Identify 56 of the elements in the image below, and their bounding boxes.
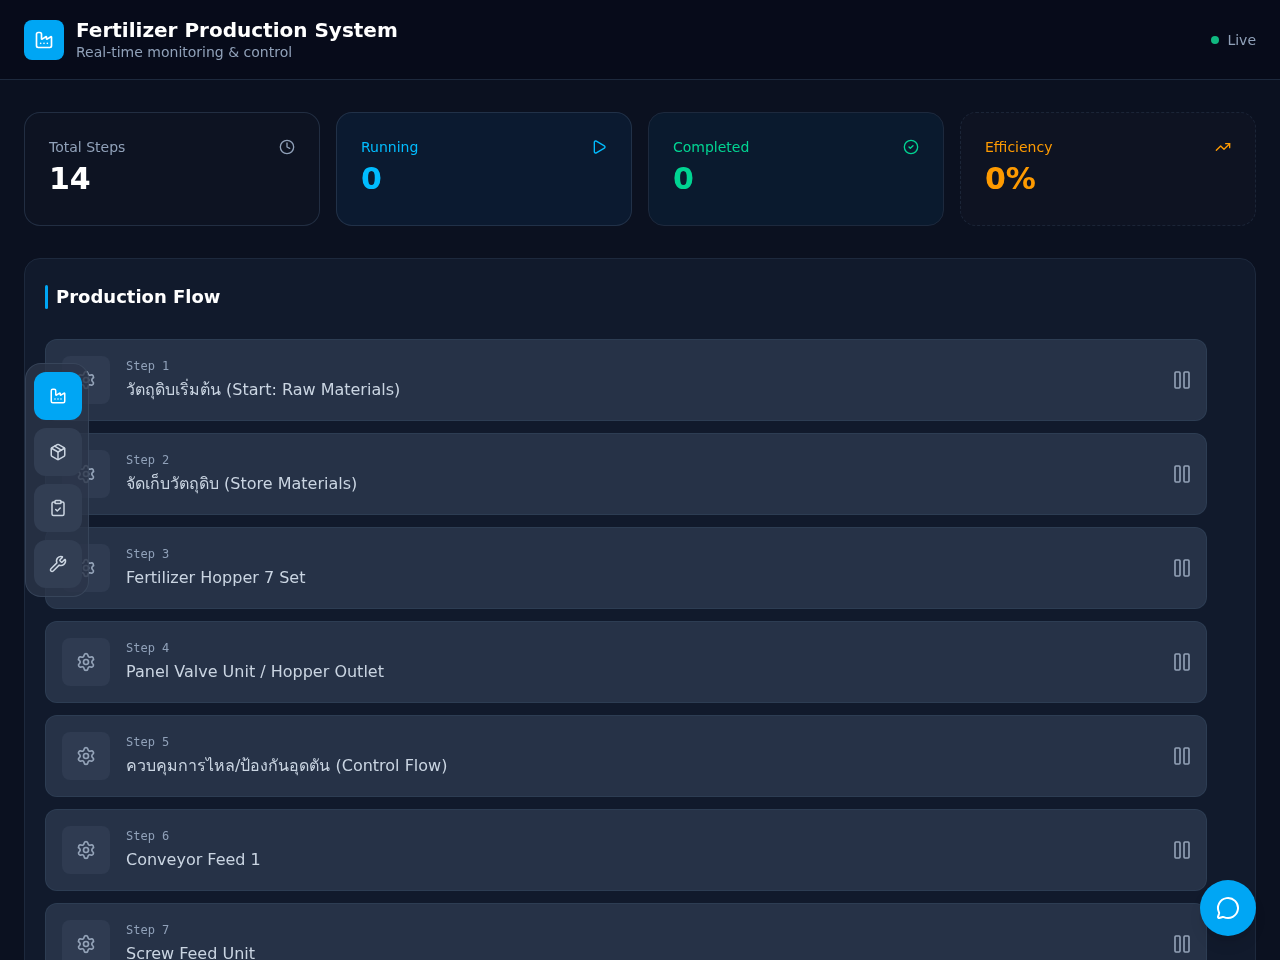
factory-icon xyxy=(49,387,67,405)
step-row[interactable]: Step 1 วัตถุดิบเริ่มต้น (Start: Raw Materials) xyxy=(45,339,1207,421)
step-name: Panel Valve Unit / Hopper Outlet xyxy=(126,661,385,683)
stat-label: Completed xyxy=(673,138,750,157)
step-name: Screw Feed Unit xyxy=(126,943,257,960)
sidebar-button[interactable] xyxy=(34,484,82,532)
clock-icon xyxy=(279,139,295,155)
check-circle-icon xyxy=(903,139,919,155)
clipboard-check-icon xyxy=(49,499,67,517)
step-number: Step 2 xyxy=(126,452,171,468)
pause-icon[interactable] xyxy=(1174,935,1190,953)
step-name: วัตถุดิบเริ่มต้น (Start: Raw Materials) xyxy=(126,378,402,402)
pause-icon[interactable] xyxy=(1174,747,1190,765)
pause-icon[interactable] xyxy=(1174,371,1190,389)
pause-icon[interactable] xyxy=(1174,841,1190,859)
gear-icon xyxy=(62,732,110,780)
sidebar-button[interactable] xyxy=(34,540,82,588)
step-number: Step 7 xyxy=(126,922,171,938)
step-name: Conveyor Feed 1 xyxy=(126,849,262,871)
gear-icon xyxy=(62,638,110,686)
stat-label: Total Steps xyxy=(49,138,126,157)
box-icon xyxy=(49,443,67,461)
stat-value: 0 xyxy=(361,161,383,197)
pause-icon[interactable] xyxy=(1174,653,1190,671)
step-row[interactable]: Step 3 Fertilizer Hopper 7 Set xyxy=(45,527,1207,609)
step-name: ควบคุมการไหล/ป้องกันอุดตัน (Control Flow) xyxy=(126,755,449,778)
sidebar-button[interactable] xyxy=(34,372,82,420)
step-name: Fertilizer Hopper 7 Set xyxy=(126,567,307,589)
pause-icon[interactable] xyxy=(1174,559,1190,577)
sidebar-button[interactable] xyxy=(34,428,82,476)
factory-logo-icon xyxy=(24,19,64,60)
wrench-icon xyxy=(49,555,67,573)
app-subtitle: Real-time monitoring & control xyxy=(76,42,294,62)
step-name: จัดเก็บวัตถุดิบ (Store Materials) xyxy=(126,472,359,496)
section-title: Production Flow xyxy=(56,285,221,309)
chat-bubble-icon xyxy=(1216,896,1240,920)
gear-icon xyxy=(62,920,110,960)
stat-label: Efficiency xyxy=(985,138,1053,157)
step-number: Step 3 xyxy=(126,546,171,562)
gear-icon xyxy=(62,826,110,874)
stat-value: 14 xyxy=(49,161,92,197)
status-label: Live xyxy=(1227,30,1256,50)
play-icon xyxy=(591,139,607,155)
app-title: Fertilizer Production System xyxy=(76,17,398,42)
step-row[interactable]: Step 5 ควบคุมการไหล/ป้องกันอุดตัน (Control Flow) xyxy=(45,715,1207,797)
step-number: Step 1 xyxy=(126,358,171,374)
stat-value: 0 xyxy=(673,161,695,197)
stat-value: 0% xyxy=(985,161,1037,197)
step-number: Step 5 xyxy=(126,734,171,750)
stat-label: Running xyxy=(361,138,419,157)
step-row[interactable]: Step 6 Conveyor Feed 1 xyxy=(45,809,1207,891)
pause-icon[interactable] xyxy=(1174,465,1190,483)
step-row[interactable]: Step 4 Panel Valve Unit / Hopper Outlet xyxy=(45,621,1207,703)
step-number: Step 4 xyxy=(126,640,171,656)
step-number: Step 6 xyxy=(126,828,171,844)
step-row[interactable]: Step 7 Screw Feed Unit xyxy=(45,903,1207,960)
